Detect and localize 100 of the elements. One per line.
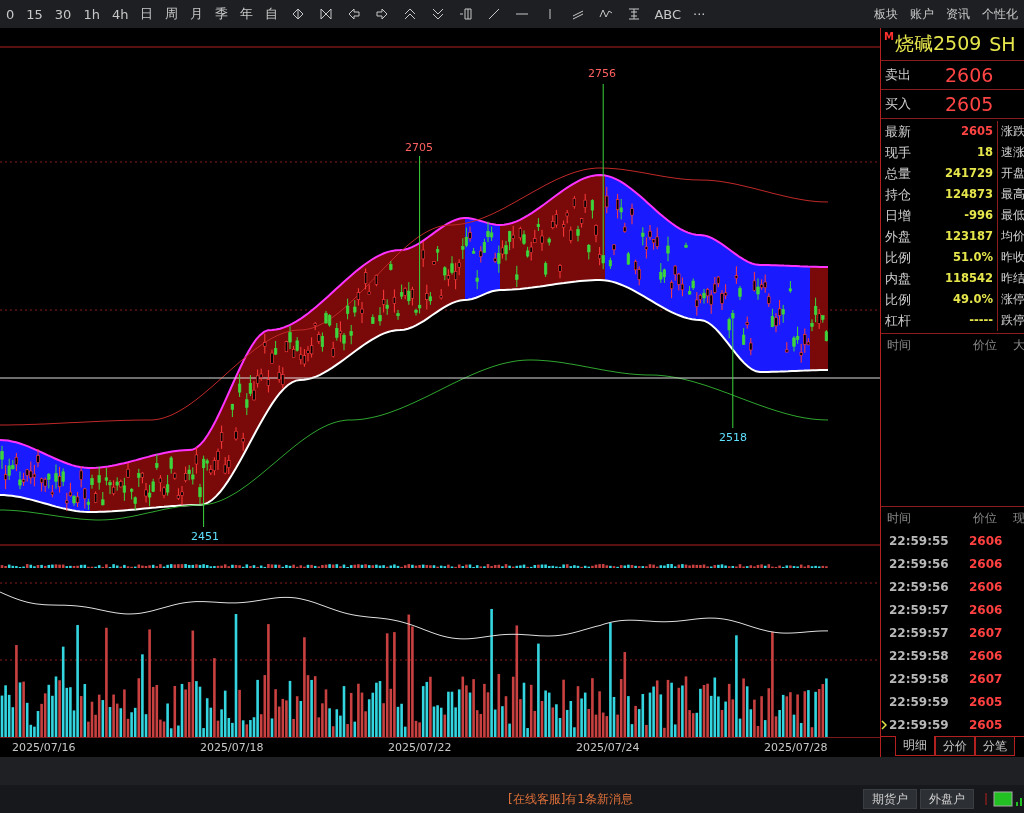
stat-label: 昨结	[1000, 270, 1024, 287]
trade-price: 2606	[969, 602, 1003, 617]
trade-time: 22:59:57	[888, 625, 950, 640]
exchange-code: SH	[989, 33, 1016, 55]
quote-label: 卖出	[884, 66, 912, 84]
stat-label: 现手	[884, 144, 912, 162]
period-button[interactable]: 年	[234, 3, 260, 25]
quote-price: 2605	[945, 93, 994, 115]
period-button[interactable]: 日	[134, 3, 160, 25]
symbol-name: 烧碱2509	[894, 31, 982, 56]
account-button[interactable]: 期货户	[863, 789, 917, 809]
stat-value: -----	[943, 310, 998, 331]
date-label: 2025/07/18	[200, 741, 265, 754]
column-header: 大	[1012, 336, 1024, 354]
column-header: 价位	[972, 336, 998, 354]
period-button[interactable]: 1h	[77, 3, 106, 25]
account-button[interactable]: 外盘户	[920, 789, 974, 809]
trade-time: 22:59:55	[888, 533, 950, 548]
quote-label: 买入	[884, 95, 912, 113]
date-label: 2025/07/28	[764, 741, 828, 754]
date-label: 2025/07/24	[576, 741, 641, 754]
price-label: 2756	[588, 67, 616, 80]
stat-label: 内盘	[884, 270, 912, 288]
stat-label: 日增	[884, 207, 912, 225]
stat-label: 杠杆	[884, 312, 912, 330]
stat-label: 开盘	[1000, 165, 1024, 182]
period-button[interactable]: 4h	[105, 3, 135, 25]
period-button[interactable]: 月	[184, 3, 210, 25]
stat-value: 123187	[943, 226, 998, 247]
trade-time: 22:59:59	[888, 694, 950, 709]
stat-value: 118542	[943, 268, 998, 289]
stat-label: 最低	[1000, 207, 1024, 224]
price-label: 2705	[405, 141, 433, 154]
trade-time: 22:59:58	[888, 648, 950, 663]
trade-time: 22:59:56	[888, 579, 950, 594]
stat-label: 总量	[884, 165, 912, 183]
stat-label: 均价	[1000, 228, 1024, 245]
stat-label: 最新	[884, 123, 912, 141]
period-button[interactable]: 15	[20, 3, 49, 25]
trade-price: 2606	[969, 579, 1003, 594]
stat-label: 持仓	[884, 186, 912, 204]
column-header: 现	[1012, 509, 1024, 527]
trade-time: 22:59:56	[888, 556, 950, 571]
panel-tab[interactable]: 明细	[895, 736, 935, 756]
stat-label: 外盘	[884, 228, 912, 246]
period-button[interactable]: 自	[259, 3, 285, 25]
column-header: 时间	[886, 509, 912, 527]
panel-tab[interactable]: 分笔	[975, 736, 1015, 756]
trade-time: 22:59:59	[888, 717, 950, 732]
date-label: 2025/07/22	[388, 741, 453, 754]
stat-value: 241729	[943, 163, 998, 184]
bowtie-icon[interactable]	[319, 7, 334, 21]
trade-price: 2607	[969, 671, 1003, 686]
insert-column-icon[interactable]	[459, 7, 474, 21]
period-button[interactable]: 周	[159, 3, 185, 25]
stat-label: 昨收	[1000, 249, 1024, 266]
chevrons-down-icon[interactable]	[431, 7, 446, 21]
signal-icon	[984, 791, 1024, 807]
text-tool-button[interactable]: ···	[687, 3, 712, 25]
notification-message[interactable]: [在线客服]有1条新消息	[508, 790, 633, 808]
trade-price: 2606	[969, 533, 1003, 548]
date-label: 2025/07/16	[12, 741, 77, 754]
arrow-left-icon[interactable]	[347, 7, 362, 21]
menu-item[interactable]: 账户	[904, 5, 940, 23]
price-label: 2518	[719, 431, 747, 444]
trade-price: 2606	[969, 648, 1003, 663]
column-header: 价位	[972, 509, 998, 527]
market-label: M	[884, 31, 894, 42]
stat-value: 2605	[943, 121, 998, 142]
stat-label: 比例	[884, 291, 912, 309]
diamond-icon[interactable]	[291, 7, 306, 21]
period-button[interactable]: 0	[0, 3, 21, 25]
column-header: 时间	[886, 336, 912, 354]
stat-value: 18	[943, 142, 998, 163]
arrow-right-icon[interactable]	[375, 7, 390, 21]
menu-item[interactable]: 板块	[868, 5, 904, 23]
stat-label: 最高	[1000, 186, 1024, 203]
stat-value: -996	[943, 205, 998, 226]
trade-time: 22:59:57	[888, 602, 950, 617]
stat-label: 涨停	[1000, 291, 1024, 308]
stat-value: 124873	[943, 184, 998, 205]
trade-price: 2605	[969, 717, 1003, 732]
stat-label: 涨跌	[1000, 123, 1024, 140]
trade-price: 2607	[969, 625, 1003, 640]
period-button[interactable]: 季	[209, 3, 235, 25]
period-button[interactable]: 30	[48, 3, 78, 25]
trade-time: 22:59:58	[888, 671, 950, 686]
menu-item[interactable]: 资讯	[940, 5, 976, 23]
trade-price: 2606	[969, 556, 1003, 571]
quote-price: 2606	[945, 64, 994, 86]
menu-item[interactable]: 个性化	[976, 5, 1024, 23]
stat-label: 跌停	[1000, 312, 1024, 329]
stat-label: 速涨	[1000, 144, 1024, 161]
price-label: 2451	[191, 530, 219, 543]
panel-tab[interactable]: 分价	[935, 736, 975, 756]
text-tool-button[interactable]: ABC	[648, 3, 688, 25]
diagonal-line-icon[interactable]	[487, 7, 502, 21]
chevrons-up-icon[interactable]	[403, 7, 418, 21]
trade-price: 2605	[969, 694, 1003, 709]
stat-value: 51.0%	[943, 247, 998, 268]
